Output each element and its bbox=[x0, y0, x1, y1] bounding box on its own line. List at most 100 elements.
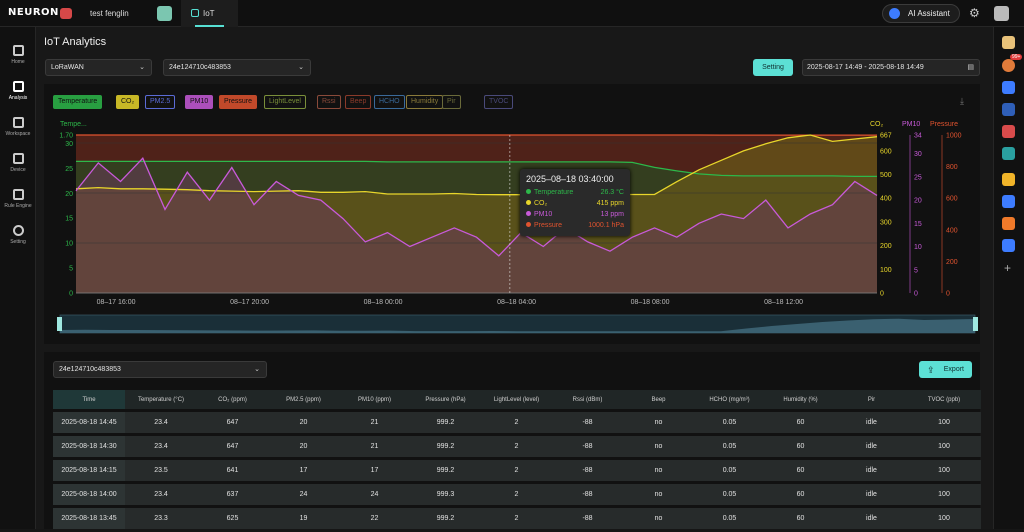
board-app-icon[interactable] bbox=[1002, 81, 1015, 94]
ai-assistant-button[interactable]: AI Assistant bbox=[882, 4, 960, 23]
table-cell: 2025-08-18 14:45 bbox=[53, 412, 125, 433]
x-tick-label: 08–18 12:00 bbox=[764, 299, 803, 306]
column-header[interactable]: TVOC (ppb) bbox=[907, 390, 981, 409]
table-row[interactable]: 2025-08-18 14:1523.56411717999.22-88no0.… bbox=[53, 460, 981, 481]
co2-tick: 300 bbox=[880, 219, 892, 226]
column-header[interactable]: Humidity (%) bbox=[765, 390, 836, 409]
globe-app-icon[interactable] bbox=[1002, 147, 1015, 160]
co2-tick: 600 bbox=[880, 148, 892, 155]
user-avatar[interactable] bbox=[994, 6, 1009, 21]
temperature-tick: 30 bbox=[65, 141, 73, 148]
settings-gear-icon[interactable]: ⚙ bbox=[969, 6, 980, 20]
table-cell: 21 bbox=[339, 436, 410, 457]
export-icon: ⇪ bbox=[927, 362, 935, 379]
nav-label: Device bbox=[0, 167, 36, 173]
nav-device[interactable]: Device bbox=[0, 148, 36, 182]
add-app-icon[interactable]: + bbox=[1004, 261, 1011, 275]
ai-assistant-label: AI Assistant bbox=[908, 9, 950, 18]
table-cell: 999.2 bbox=[410, 436, 481, 457]
table-cell: 2025-08-18 14:15 bbox=[53, 460, 125, 481]
table-cell: 999.3 bbox=[410, 484, 481, 505]
table-row[interactable]: 2025-08-18 14:3023.46472021999.22-88no0.… bbox=[53, 436, 981, 457]
column-header[interactable]: Pir bbox=[836, 390, 907, 409]
nav-setting[interactable]: Setting bbox=[0, 220, 36, 254]
pm10-tick: 15 bbox=[914, 221, 922, 228]
puzzle-app-icon[interactable] bbox=[1002, 125, 1015, 138]
flag-icon[interactable] bbox=[60, 8, 72, 19]
nav-label: Workspace bbox=[0, 131, 36, 137]
date-range-picker[interactable]: 2025-08-17 14:49 - 2025-08-18 14:49▤ bbox=[802, 59, 980, 76]
column-header[interactable]: Temperature (°C) bbox=[125, 390, 197, 409]
right-app-bar: 99+ + bbox=[993, 27, 1024, 529]
export-button[interactable]: ⇪Export bbox=[919, 361, 972, 378]
column-header[interactable]: PM2.5 (ppm) bbox=[268, 390, 339, 409]
column-header[interactable]: Beep bbox=[623, 390, 694, 409]
left-nav: Home Analysis Workspace Device Rule Engi… bbox=[0, 27, 36, 529]
top-bar: NEURON test fenglin IoT Hub × AI Assista… bbox=[0, 0, 1024, 27]
nav-workspace[interactable]: Workspace bbox=[0, 112, 36, 146]
main-content: IoT Analytics LoRaWAN⌄ 24e124710c483853⌄… bbox=[36, 27, 993, 529]
table-row[interactable]: 2025-08-18 13:4523.36251922999.22-88no0.… bbox=[53, 508, 981, 529]
table-row[interactable]: 2025-08-18 14:4523.46472021999.22-88no0.… bbox=[53, 412, 981, 433]
tooltip-row: CO₂415 ppm bbox=[526, 198, 624, 209]
table-cell: 647 bbox=[197, 436, 268, 457]
chevron-down-icon: ⌄ bbox=[298, 60, 304, 75]
home-app-icon[interactable] bbox=[1002, 36, 1015, 49]
column-header[interactable]: Pressure (hPa) bbox=[410, 390, 481, 409]
x-tick-label: 08–18 00:00 bbox=[364, 299, 403, 306]
tooltip-dot bbox=[526, 222, 531, 227]
device-select[interactable]: 24e124710c483853⌄ bbox=[163, 59, 311, 76]
column-header[interactable]: Time bbox=[53, 390, 125, 409]
pm10-tick: 5 bbox=[914, 267, 918, 274]
table-cell: 23.4 bbox=[125, 484, 197, 505]
tab-iot-hub[interactable]: IoT Hub × bbox=[181, 0, 238, 27]
pm10-tick: 10 bbox=[914, 244, 922, 251]
chevron-down-icon: ⌄ bbox=[139, 60, 145, 75]
gallery-app-icon[interactable] bbox=[1002, 103, 1015, 116]
table-cell: no bbox=[623, 508, 694, 529]
table-cell: 647 bbox=[197, 412, 268, 433]
store-app-icon[interactable] bbox=[1002, 173, 1015, 186]
nav-home[interactable]: Home bbox=[0, 40, 36, 74]
table-cell: 21 bbox=[339, 412, 410, 433]
table-device-select[interactable]: 24e124710c483853⌄ bbox=[53, 361, 267, 378]
column-header[interactable]: HCHO (mg/m³) bbox=[694, 390, 765, 409]
flame-app-icon[interactable] bbox=[1002, 217, 1015, 230]
table-cell: 641 bbox=[197, 460, 268, 481]
pressure-tick: 600 bbox=[946, 196, 958, 203]
x-tick-label: 08–18 04:00 bbox=[497, 299, 536, 306]
co2-tick: 0 bbox=[880, 291, 884, 298]
table-row[interactable]: 2025-08-18 14:0023.46372424999.32-88no0.… bbox=[53, 484, 981, 505]
table-cell: 23.4 bbox=[125, 436, 197, 457]
column-header[interactable]: Rssi (dBm) bbox=[552, 390, 623, 409]
setting-button[interactable]: Setting bbox=[753, 59, 793, 76]
pm10-tick: 25 bbox=[914, 174, 922, 181]
network-select[interactable]: LoRaWAN⌄ bbox=[45, 59, 152, 76]
date-range-value: 2025-08-17 14:49 - 2025-08-18 14:49 bbox=[807, 64, 924, 71]
table-cell: 100 bbox=[907, 508, 981, 529]
table-cell: 60 bbox=[765, 508, 836, 529]
column-header[interactable]: CO₂ (ppm) bbox=[197, 390, 268, 409]
pressure-tick: 400 bbox=[946, 227, 958, 234]
people-app-icon[interactable] bbox=[1002, 239, 1015, 252]
nav-analysis[interactable]: Analysis bbox=[0, 76, 36, 110]
tooltip-row: PM1013 ppm bbox=[526, 209, 624, 220]
zoom-handle-left[interactable] bbox=[57, 317, 62, 331]
column-header[interactable]: LightLevel (level) bbox=[481, 390, 552, 409]
page-title: IoT Analytics bbox=[44, 36, 106, 48]
table-cell: 22 bbox=[339, 508, 410, 529]
house-app-icon[interactable] bbox=[157, 6, 172, 21]
notification-bell-icon[interactable] bbox=[1002, 59, 1015, 72]
co2-axis-label: CO₂ bbox=[870, 121, 884, 128]
column-header[interactable]: PM10 (ppm) bbox=[339, 390, 410, 409]
tab-test-fenglin[interactable]: test fenglin bbox=[80, 0, 139, 27]
zoom-handle-right[interactable] bbox=[973, 317, 978, 331]
temperature-tick: 25 bbox=[65, 166, 73, 173]
tab-label: test fenglin bbox=[90, 9, 129, 18]
table-cell: idle bbox=[836, 412, 907, 433]
ai-assistant-icon bbox=[889, 8, 900, 19]
pm10-tick: 34 bbox=[914, 133, 922, 140]
cube-app-icon[interactable] bbox=[1002, 195, 1015, 208]
nav-rule-engine[interactable]: Rule Engine bbox=[0, 184, 36, 218]
notification-badge: 99+ bbox=[1010, 54, 1022, 60]
